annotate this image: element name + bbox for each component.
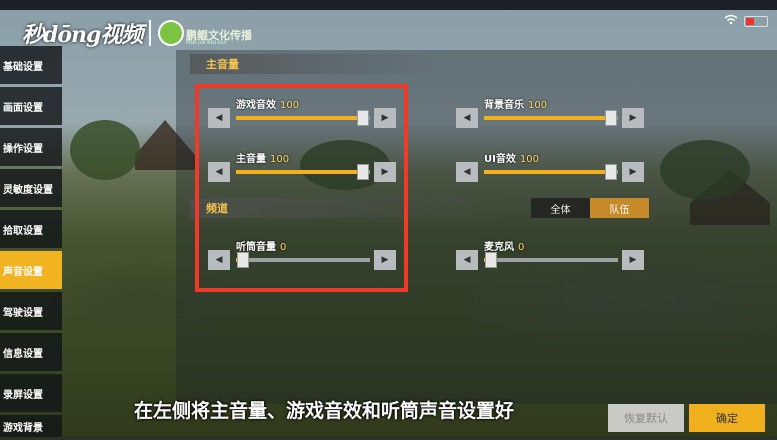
slider-thumb[interactable] bbox=[605, 164, 618, 180]
decrease-arrow-icon[interactable]: ◀ bbox=[456, 108, 478, 128]
slider-label: UI音效 100 bbox=[484, 154, 539, 165]
watermark-separator bbox=[149, 20, 151, 46]
increase-arrow-icon[interactable]: ▶ bbox=[622, 162, 644, 182]
sidebar-item-driving[interactable]: 驾驶设置 bbox=[0, 292, 62, 330]
slider-label: 背景音乐 100 bbox=[484, 100, 548, 111]
sidebar-item-recording[interactable]: 录屏设置 bbox=[0, 374, 62, 412]
sidebar-item-pickup[interactable]: 拾取设置 bbox=[0, 210, 62, 248]
slider-value: 0 bbox=[518, 242, 525, 253]
slider-track[interactable] bbox=[484, 110, 618, 126]
slider-track[interactable] bbox=[484, 252, 618, 268]
settings-sidebar: 基础设置 画面设置 操作设置 灵敏度设置 拾取设置 声音设置 驾驶设置 信息设置… bbox=[0, 46, 62, 440]
watermark-logo: 秒dōng视频 bbox=[22, 22, 143, 48]
partner-subtitle: PENG JUN WEN HUA bbox=[186, 40, 227, 45]
decrease-arrow-icon[interactable]: ◀ bbox=[456, 162, 478, 182]
battery-level bbox=[746, 18, 754, 25]
partner-logo-icon bbox=[158, 20, 184, 46]
master-volume-header: 主音量 bbox=[190, 54, 446, 74]
sidebar-item-audio[interactable]: 声音设置 bbox=[0, 251, 62, 289]
sidebar-item-graphics[interactable]: 画面设置 bbox=[0, 87, 62, 125]
sidebar-item-basic[interactable]: 基础设置 bbox=[0, 46, 62, 84]
slider-thumb[interactable] bbox=[605, 110, 618, 126]
slider-value: 100 bbox=[528, 100, 548, 111]
master-volume-title: 主音量 bbox=[206, 58, 239, 71]
sidebar-item-controls[interactable]: 操作设置 bbox=[0, 128, 62, 166]
slider-value: 100 bbox=[519, 154, 539, 165]
slider-label: 麦克风 0 bbox=[484, 242, 525, 253]
channel-option-team[interactable]: 队伍 bbox=[590, 198, 649, 218]
highlight-box bbox=[195, 84, 408, 292]
wifi-icon bbox=[724, 14, 738, 28]
battery-icon bbox=[744, 16, 768, 27]
slider-track[interactable] bbox=[484, 164, 618, 180]
slider-fill bbox=[484, 116, 612, 120]
channel-option-all[interactable]: 全体 bbox=[531, 198, 590, 218]
increase-arrow-icon[interactable]: ▶ bbox=[622, 108, 644, 128]
increase-arrow-icon[interactable]: ▶ bbox=[622, 250, 644, 270]
sidebar-item-background[interactable]: 游戏背景 bbox=[0, 415, 62, 437]
slider-thumb[interactable] bbox=[484, 252, 497, 268]
sidebar-item-info[interactable]: 信息设置 bbox=[0, 333, 62, 371]
decrease-arrow-icon[interactable]: ◀ bbox=[456, 250, 478, 270]
window-top-bar bbox=[0, 0, 777, 10]
sidebar-item-sensitivity[interactable]: 灵敏度设置 bbox=[0, 169, 62, 207]
restore-defaults-button[interactable]: 恢复默认 bbox=[608, 404, 684, 432]
confirm-button[interactable]: 确定 bbox=[689, 404, 765, 432]
slider-fill bbox=[484, 170, 612, 174]
subtitle-caption: 在左侧将主音量、游戏音效和听筒声音设置好 bbox=[134, 400, 515, 422]
channel-toggle: 全体 队伍 bbox=[531, 198, 649, 218]
